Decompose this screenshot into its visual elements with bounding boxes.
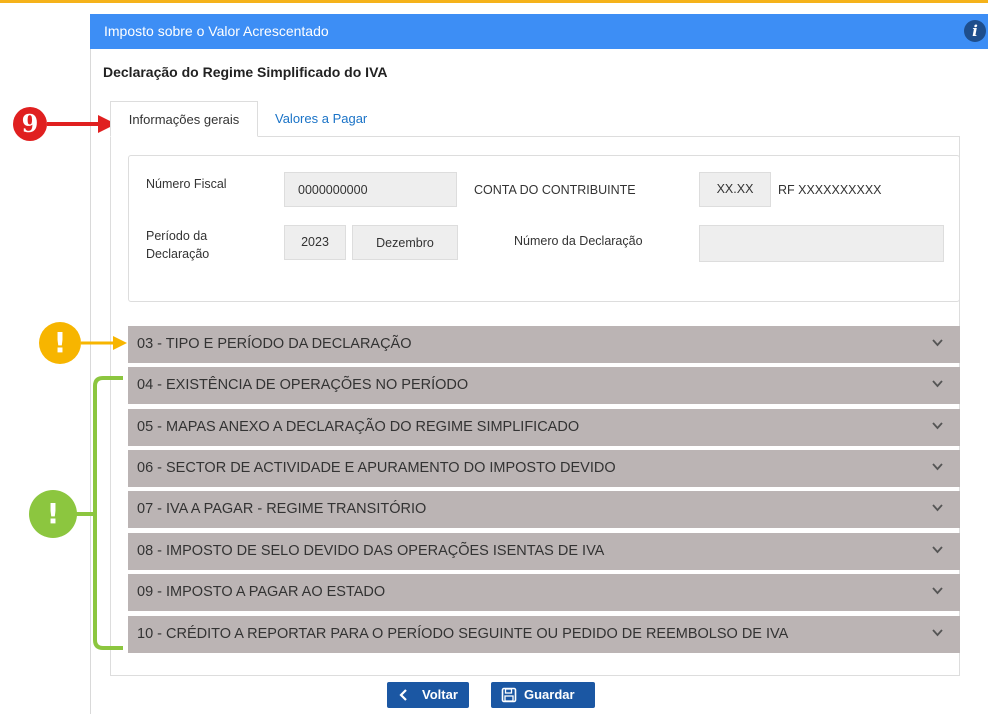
numero-declaracao-field[interactable] [699,225,944,262]
chevron-down-icon [932,339,943,347]
periodo-declaracao-label: Período da Declaração [146,229,210,261]
chevron-down-icon [932,422,943,430]
conta-contribuinte-field[interactable]: XX.XX [699,172,771,207]
numero-declaracao-label: Número da Declaração [514,234,643,248]
periodo-ano-field[interactable]: 2023 [284,225,346,260]
section-08[interactable]: 08 - IMPOSTO DE SELO DEVIDO DAS OPERAÇÕE… [128,533,960,570]
section-title: 09 - IMPOSTO A PAGAR AO ESTADO [137,584,386,600]
chevron-down-icon [932,380,943,388]
chevron-down-icon [932,629,943,637]
section-05[interactable]: 05 - MAPAS ANEXO A DECLARAÇÃO DO REGIME … [128,409,960,446]
section-title: 03 - TIPO E PERÍODO DA DECLARAÇÃO [137,336,412,352]
yellow-arrow-head [113,336,127,350]
chevron-down-icon [932,504,943,512]
tab-valores-a-pagar[interactable]: Valores a Pagar [275,101,367,137]
chevron-down-icon [932,463,943,471]
top-accent-line [0,0,988,3]
yellow-warning-mark: ! [53,326,67,359]
section-10[interactable]: 10 - CRÉDITO A REPORTAR PARA O PERÍODO S… [128,616,960,653]
conta-contribuinte-label: CONTA DO CONTRIBUINTE [474,183,636,197]
section-title: 10 - CRÉDITO A REPORTAR PARA O PERÍODO S… [137,626,789,642]
page-title: Declaração do Regime Simplificado do IVA [103,64,388,80]
periodo-mes-field[interactable]: Dezembro [352,225,458,260]
app-title: Imposto sobre o Valor Acrescentado [104,23,329,39]
section-07[interactable]: 07 - IVA A PAGAR - REGIME TRANSITÓRIO [128,491,960,528]
section-title: 04 - EXISTÊNCIA DE OPERAÇÕES NO PERÍODO [137,377,469,393]
save-icon [501,687,517,703]
green-warning-mark: ! [46,497,60,530]
section-title: 08 - IMPOSTO DE SELO DEVIDO DAS OPERAÇÕE… [137,543,605,559]
section-09[interactable]: 09 - IMPOSTO A PAGAR AO ESTADO [128,574,960,611]
chevron-left-icon [399,689,407,701]
tab-informacoes-gerais[interactable]: Informações gerais [110,101,258,137]
section-title: 07 - IVA A PAGAR - REGIME TRANSITÓRIO [137,501,427,517]
chevron-down-icon [932,587,943,595]
app-header: Imposto sobre o Valor Acrescentado i [90,14,988,49]
numero-fiscal-field[interactable]: 0000000000 [284,172,457,207]
rf-value: RF XXXXXXXXXX [778,183,882,197]
section-title: 06 - SECTOR DE ACTIVIDADE E APURAMENTO D… [137,460,616,476]
section-title: 05 - MAPAS ANEXO A DECLARAÇÃO DO REGIME … [137,419,580,435]
section-06[interactable]: 06 - SECTOR DE ACTIVIDADE E APURAMENTO D… [128,450,960,487]
section-03[interactable]: 03 - TIPO E PERÍODO DA DECLARAÇÃO [128,326,960,363]
info-icon[interactable]: i [964,20,986,42]
back-button[interactable]: Voltar [387,682,469,708]
tab-bar: Informações gerais Valores a Pagar [110,101,988,137]
numero-fiscal-label: Número Fiscal [146,177,227,191]
back-button-label: Voltar [422,687,458,702]
save-button-label: Guardar [524,687,575,702]
save-button[interactable]: Guardar [491,682,595,708]
step-number: 9 [21,109,39,138]
chevron-down-icon [932,546,943,554]
section-04[interactable]: 04 - EXISTÊNCIA DE OPERAÇÕES NO PERÍODO [128,367,960,404]
green-bracket [93,376,123,650]
